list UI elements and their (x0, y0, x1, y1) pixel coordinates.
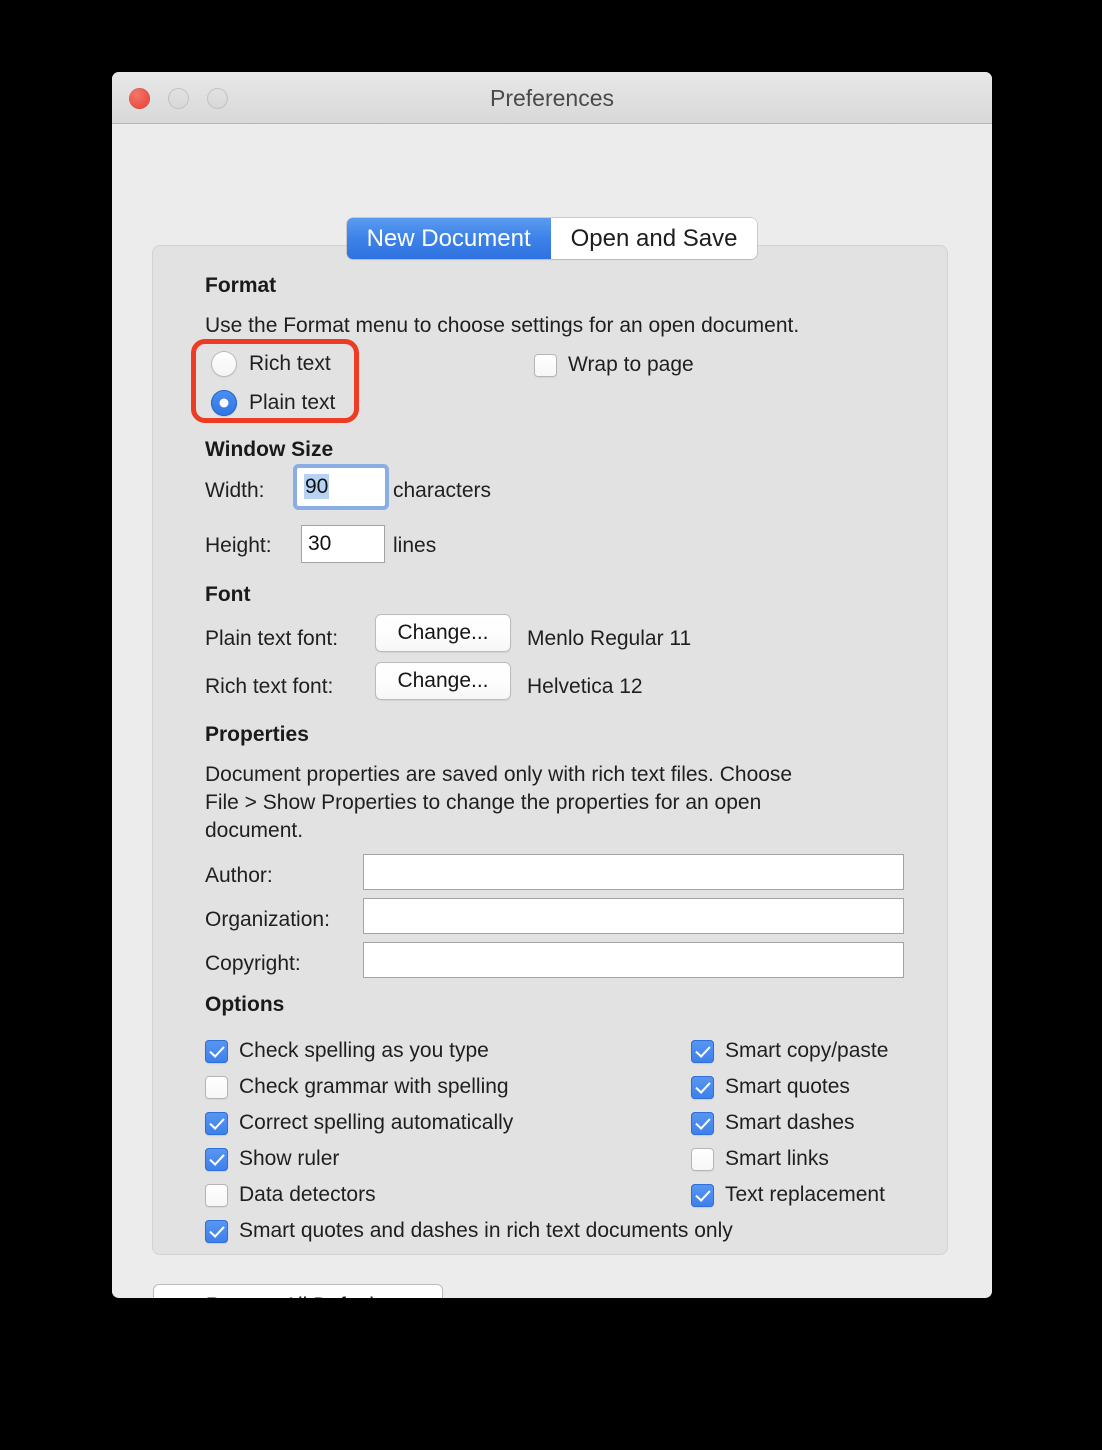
author-label: Author: (205, 864, 273, 887)
properties-description-line3: document. (205, 819, 304, 842)
checkbox-smart-quotes-label: Smart quotes (725, 1075, 850, 1098)
checkbox-check-spelling-as-you-type-control[interactable] (205, 1039, 228, 1063)
preferences-window: Preferences New Document Open and Save F… (112, 72, 992, 1298)
height-label: Height: (205, 534, 272, 557)
change-rich-text-font-button[interactable]: Change... (375, 662, 511, 700)
checkbox-check-grammar-with-spelling-control[interactable] (205, 1075, 228, 1099)
checkbox-show-ruler[interactable]: Show ruler (205, 1147, 339, 1171)
author-input[interactable] (363, 854, 904, 890)
checkbox-data-detectors-label: Data detectors (239, 1183, 376, 1206)
checkbox-smart-links-label: Smart links (725, 1147, 829, 1170)
checkbox-smart-links[interactable]: Smart links (691, 1147, 829, 1171)
tab-open-and-save[interactable]: Open and Save (550, 218, 758, 259)
width-unit-label: characters (393, 479, 492, 502)
checkbox-smart-copy-paste[interactable]: Smart copy/paste (691, 1039, 888, 1063)
plain-text-font-value: Menlo Regular 11 (527, 627, 692, 650)
properties-description-line1: Document properties are saved only with … (205, 763, 793, 786)
width-label: Width: (205, 479, 265, 502)
checkbox-check-grammar-with-spelling-label: Check grammar with spelling (239, 1075, 509, 1098)
radio-plain-text-label: Plain text (249, 391, 336, 414)
height-input-value: 30 (308, 532, 332, 555)
checkbox-text-replacement[interactable]: Text replacement (691, 1183, 885, 1207)
properties-heading: Properties (205, 723, 309, 746)
organization-label: Organization: (205, 908, 330, 931)
change-plain-text-font-button[interactable]: Change... (375, 614, 511, 652)
checkbox-wrap-to-page[interactable]: Wrap to page (534, 353, 694, 377)
radio-plain-text-control[interactable] (211, 390, 237, 416)
window-body: New Document Open and Save Format Use th… (112, 124, 992, 1298)
checkbox-smart-copy-paste-control[interactable] (691, 1039, 714, 1063)
height-input[interactable]: 30 (301, 525, 385, 563)
checkbox-smart-quotes-dashes-rich-text-only[interactable]: Smart quotes and dashes in rich text doc… (205, 1219, 733, 1243)
copyright-input[interactable] (363, 942, 904, 978)
checkbox-show-ruler-label: Show ruler (239, 1147, 340, 1170)
checkbox-check-grammar-with-spelling[interactable]: Check grammar with spelling (205, 1075, 509, 1099)
plain-text-font-label: Plain text font: (205, 627, 339, 650)
checkbox-smart-dashes-control[interactable] (691, 1111, 714, 1135)
options-heading: Options (205, 993, 285, 1016)
checkbox-data-detectors-control[interactable] (205, 1183, 228, 1207)
checkbox-wrap-to-page-control[interactable] (534, 353, 557, 377)
radio-rich-text-control[interactable] (211, 351, 237, 377)
rich-text-font-value: Helvetica 12 (527, 675, 643, 698)
window-titlebar[interactable]: Preferences (112, 72, 992, 124)
checkbox-smart-dashes-label: Smart dashes (725, 1111, 855, 1134)
organization-input[interactable] (363, 898, 904, 934)
tab-bar: New Document Open and Save (112, 218, 992, 259)
tab-new-document[interactable]: New Document (346, 218, 551, 259)
checkbox-data-detectors[interactable]: Data detectors (205, 1183, 376, 1207)
format-heading: Format (205, 274, 277, 297)
format-description: Use the Format menu to choose settings f… (205, 314, 800, 337)
checkbox-text-replacement-label: Text replacement (725, 1183, 885, 1206)
radio-rich-text[interactable]: Rich text (211, 351, 331, 377)
properties-description-line2: File > Show Properties to change the pro… (205, 791, 762, 814)
checkbox-smart-quotes-dashes-rich-text-only-control[interactable] (205, 1219, 228, 1243)
checkbox-smart-copy-paste-label: Smart copy/paste (725, 1039, 889, 1062)
copyright-label: Copyright: (205, 952, 301, 975)
width-input[interactable]: 90 (297, 468, 385, 506)
font-heading: Font (205, 583, 251, 606)
radio-rich-text-label: Rich text (249, 352, 331, 375)
settings-panel: Format Use the Format menu to choose set… (152, 245, 948, 1255)
window-size-heading: Window Size (205, 438, 334, 461)
checkbox-text-replacement-control[interactable] (691, 1183, 714, 1207)
checkbox-smart-quotes-dashes-rich-text-only-label: Smart quotes and dashes in rich text doc… (239, 1219, 733, 1242)
rich-text-font-label: Rich text font: (205, 675, 334, 698)
window-title: Preferences (489, 85, 614, 111)
checkbox-check-spelling-as-you-type[interactable]: Check spelling as you type (205, 1039, 489, 1063)
checkbox-smart-quotes[interactable]: Smart quotes (691, 1075, 850, 1099)
checkbox-smart-links-control[interactable] (691, 1147, 714, 1171)
checkbox-smart-quotes-control[interactable] (691, 1075, 714, 1099)
radio-plain-text[interactable]: Plain text (211, 390, 335, 416)
checkbox-wrap-to-page-label: Wrap to page (568, 353, 694, 376)
checkbox-correct-spelling-automatically[interactable]: Correct spelling automatically (205, 1111, 513, 1135)
height-unit-label: lines (393, 534, 437, 557)
checkbox-smart-dashes[interactable]: Smart dashes (691, 1111, 855, 1135)
checkbox-correct-spelling-automatically-control[interactable] (205, 1111, 228, 1135)
checkbox-correct-spelling-automatically-label: Correct spelling automatically (239, 1111, 514, 1134)
width-input-value: 90 (304, 474, 330, 499)
checkbox-check-spelling-as-you-type-label: Check spelling as you type (239, 1039, 489, 1062)
checkbox-show-ruler-control[interactable] (205, 1147, 228, 1171)
restore-all-defaults-button[interactable]: Restore All Defaults (153, 1284, 443, 1298)
